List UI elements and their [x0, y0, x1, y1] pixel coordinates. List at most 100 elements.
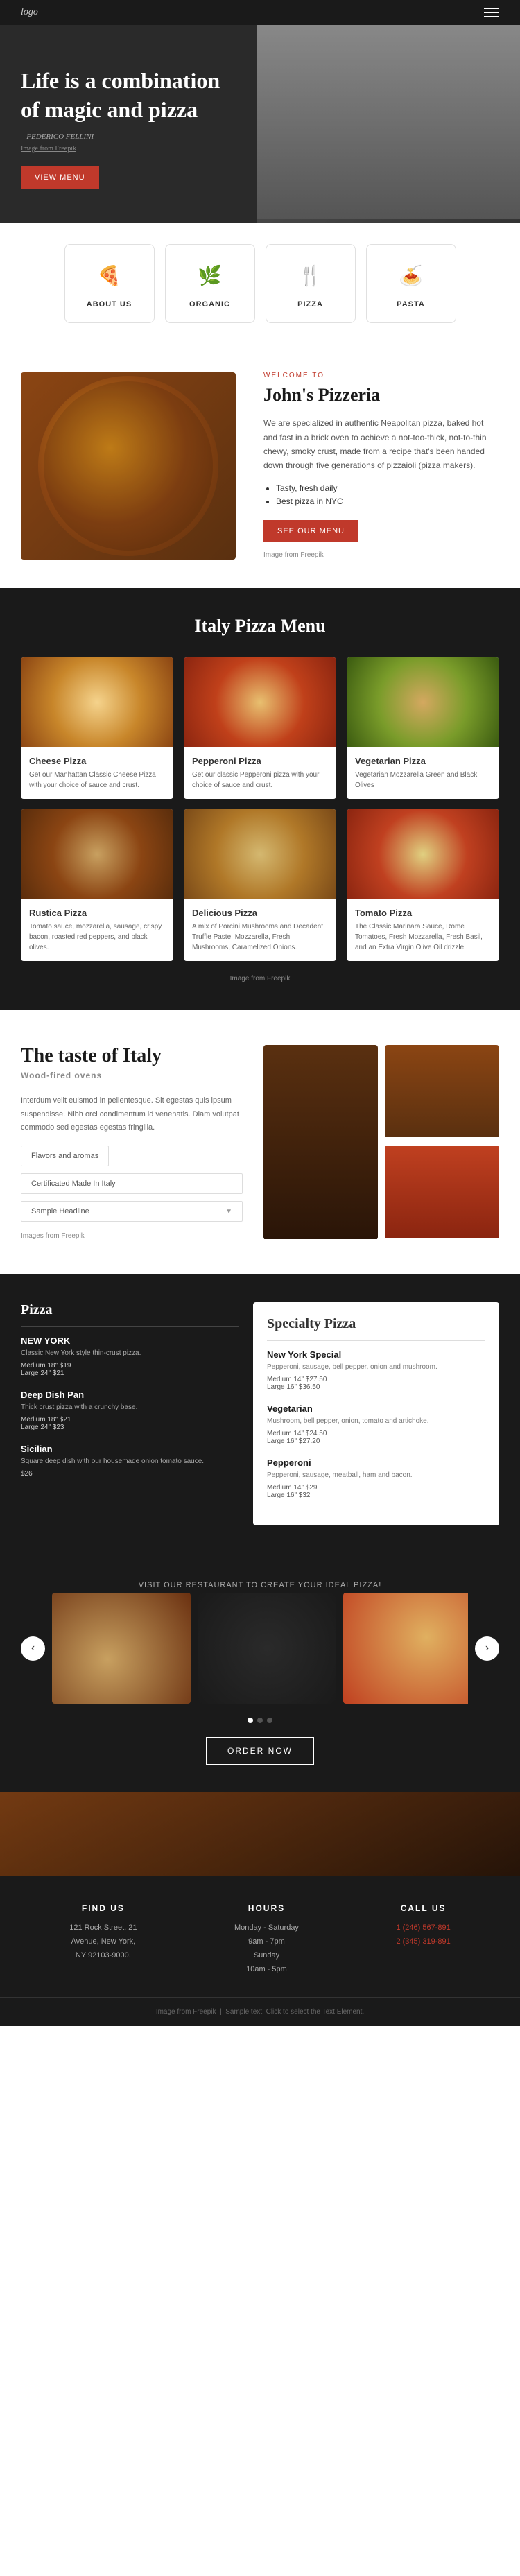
hero-headline: Life is a combination of magic and pizza — [21, 67, 243, 124]
vegetarian-pizza-body: Vegetarian Pizza Vegetarian Mozzarella G… — [347, 747, 499, 799]
category-pasta[interactable]: 🍝 PASTA — [366, 244, 456, 323]
hours-sunday-time: 10am - 5pm — [246, 1965, 287, 1973]
carousel-images — [52, 1593, 468, 1704]
sp-veg-desc: Mushroom, bell pepper, onion, tomato and… — [267, 1416, 485, 1426]
dot-2[interactable] — [257, 1718, 263, 1723]
pasta-label: PASTA — [377, 300, 445, 309]
menu-card-cheese: Cheese Pizza Get our Manhattan Classic C… — [21, 657, 173, 799]
hours-weekday-time: 9am - 7pm — [248, 1937, 285, 1946]
specialty-vegetarian: Vegetarian Mushroom, bell pepper, onion,… — [267, 1403, 485, 1445]
pizza-column: Pizza NEW YORK Classic New York style th… — [21, 1302, 239, 1525]
menu-card-rustica: Rustica Pizza Tomato sauce, mozzarella, … — [21, 809, 173, 961]
taste-subtitle: Wood-fired ovens — [21, 1071, 243, 1080]
order-now-button[interactable]: ORDER NOW — [206, 1737, 314, 1765]
pasta-icon: 🍝 — [394, 259, 428, 293]
delicious-pizza-image — [184, 809, 336, 899]
menu-card-tomato: Tomato Pizza The Classic Marinara Sauce,… — [347, 809, 499, 961]
gallery-section: VISIT OUR RESTAURANT TO CREATE YOUR IDEA… — [0, 1553, 520, 1792]
pepperoni-pizza-thumb — [184, 657, 336, 747]
welcome-description: We are specialized in authentic Neapolit… — [263, 416, 499, 473]
sp-pep-large: Large 16" $32 — [267, 1492, 485, 1499]
hamburger-menu[interactable] — [484, 8, 499, 17]
taste-img-1-block — [263, 1045, 378, 1239]
hero-quote: – FEDERICO FELLINI — [21, 132, 243, 141]
tag-label: Sample Headline — [31, 1207, 89, 1216]
sp-newyork-prices: Medium 14" $27.50 Large 16" $36.50 — [267, 1376, 485, 1391]
taste-flavors-tag[interactable]: Flavors and aromas — [21, 1146, 109, 1166]
organic-icon: 🌿 — [193, 259, 227, 293]
tomato-pizza-image — [347, 809, 499, 899]
newyork-desc: Classic New York style thin-crust pizza. — [21, 1348, 239, 1358]
carousel-dots — [21, 1718, 499, 1723]
specialty-newyork: New York Special Pepperoni, sausage, bel… — [267, 1349, 485, 1391]
menu-card-delicious: Delicious Pizza A mix of Porcini Mushroo… — [184, 809, 336, 961]
taste-image-1 — [263, 1045, 378, 1240]
taste-headline-tag[interactable]: Sample Headline ▼ — [21, 1201, 243, 1222]
cheese-pizza-name: Cheese Pizza — [29, 756, 165, 766]
cheese-pizza-thumb — [21, 657, 173, 747]
sp-veg-large: Large 16" $27.20 — [267, 1437, 485, 1445]
taste-section: The taste of Italy Wood-fired ovens Inte… — [0, 1010, 520, 1274]
pepperoni-pizza-body: Pepperoni Pizza Get our classic Pepperon… — [184, 747, 336, 799]
sp-pep-desc: Pepperoni, sausage, meatball, ham and ba… — [267, 1470, 485, 1480]
sp-veg-name: Vegetarian — [267, 1403, 485, 1414]
hero-content: Life is a combination of magic and pizza… — [21, 67, 243, 189]
chef-image — [257, 25, 520, 219]
dot-1[interactable] — [248, 1718, 253, 1723]
phone-2[interactable]: 2 (345) 319-891 — [396, 1937, 450, 1946]
specialty-divider — [267, 1340, 485, 1341]
sp-pep-name: Pepperoni — [267, 1458, 485, 1468]
pepperoni-pizza-image — [184, 657, 336, 747]
specialty-column: Specialty Pizza New York Special Peppero… — [253, 1302, 499, 1525]
deepdish-price-large: Large 24" $23 — [21, 1424, 239, 1431]
view-menu-button[interactable]: VIEW MENU — [21, 166, 99, 189]
logo: logo — [21, 7, 38, 18]
hero-section: Life is a combination of magic and pizza… — [0, 25, 520, 223]
taste-certified-tag[interactable]: Certificated Made In Italy — [21, 1173, 243, 1194]
chevron-down-icon: ▼ — [225, 1208, 232, 1216]
pizza-col-divider — [21, 1326, 239, 1327]
pizza-split-section: Pizza NEW YORK Classic New York style th… — [0, 1274, 520, 1553]
sp-veg-prices: Medium 14" $24.50 Large 16" $27.20 — [267, 1430, 485, 1445]
cheese-pizza-desc: Get our Manhattan Classic Cheese Pizza w… — [29, 770, 165, 790]
category-about[interactable]: 🍕 ABOUT US — [64, 244, 155, 323]
phone-1[interactable]: 1 (246) 567-891 — [396, 1924, 450, 1932]
dot-3[interactable] — [267, 1718, 272, 1723]
tomato-pizza-body: Tomato Pizza The Classic Marinara Sauce,… — [347, 899, 499, 961]
category-pizza[interactable]: 🍴 PIZZA — [266, 244, 356, 323]
menu-title: Italy Pizza Menu — [21, 616, 499, 637]
vegetarian-pizza-image — [347, 657, 499, 747]
hours-title: HOURS — [234, 1903, 299, 1913]
sp-pep-prices: Medium 14" $29 Large 16" $32 — [267, 1484, 485, 1499]
carousel-next-button[interactable]: › — [475, 1636, 499, 1661]
footer: FIND US 121 Rock Street, 21Avenue, New Y… — [0, 1876, 520, 2026]
category-organic[interactable]: 🌿 ORGANIC — [165, 244, 255, 323]
sp-newyork-medium: Medium 14" $27.50 — [267, 1376, 485, 1383]
sp-newyork-large: Large 16" $36.50 — [267, 1383, 485, 1391]
pizza-col-title: Pizza — [21, 1302, 239, 1318]
specialty-pepperoni: Pepperoni Pepperoni, sausage, meatball, … — [267, 1458, 485, 1499]
delicious-pizza-body: Delicious Pizza A mix of Porcini Mushroo… — [184, 899, 336, 961]
pepperoni-pizza-desc: Get our classic Pepperoni pizza with you… — [192, 770, 328, 790]
carousel-img-3 — [343, 1593, 468, 1704]
categories-section: 🍕 ABOUT US 🌿 ORGANIC 🍴 PIZZA 🍝 PASTA — [0, 223, 520, 344]
sicilian-prices: $26 — [21, 1470, 239, 1478]
pizza-item-newyork: NEW YORK Classic New York style thin-cru… — [21, 1335, 239, 1377]
hero-image-credit: Image from Freepik — [21, 145, 243, 153]
see-menu-button[interactable]: SEE OUR MENU — [263, 520, 358, 542]
carousel-prev-button[interactable]: ‹ — [21, 1636, 45, 1661]
vegetarian-pizza-name: Vegetarian Pizza — [355, 756, 491, 766]
bullet-1: Tasty, fresh daily — [276, 483, 499, 493]
pizza-item-deepdish: Deep Dish Pan Thick crust pizza with a c… — [21, 1390, 239, 1431]
taste-content: The taste of Italy Wood-fired ovens Inte… — [21, 1045, 243, 1240]
pizza-icon: 🍴 — [293, 259, 328, 293]
sp-veg-medium: Medium 14" $24.50 — [267, 1430, 485, 1437]
header: logo — [0, 0, 520, 25]
taste-filters: Flavors and aromas Certificated Made In … — [21, 1146, 243, 1222]
rustica-pizza-body: Rustica Pizza Tomato sauce, mozzarella, … — [21, 899, 173, 961]
newyork-price-medium: Medium 18" $19 — [21, 1362, 239, 1369]
about-icon: 🍕 — [92, 259, 127, 293]
menu-section: Italy Pizza Menu Cheese Pizza Get our Ma… — [0, 588, 520, 1010]
footer-image-credit: Image from Freepik — [156, 2008, 216, 2016]
sicilian-desc: Square deep dish with our housemade onio… — [21, 1456, 239, 1467]
